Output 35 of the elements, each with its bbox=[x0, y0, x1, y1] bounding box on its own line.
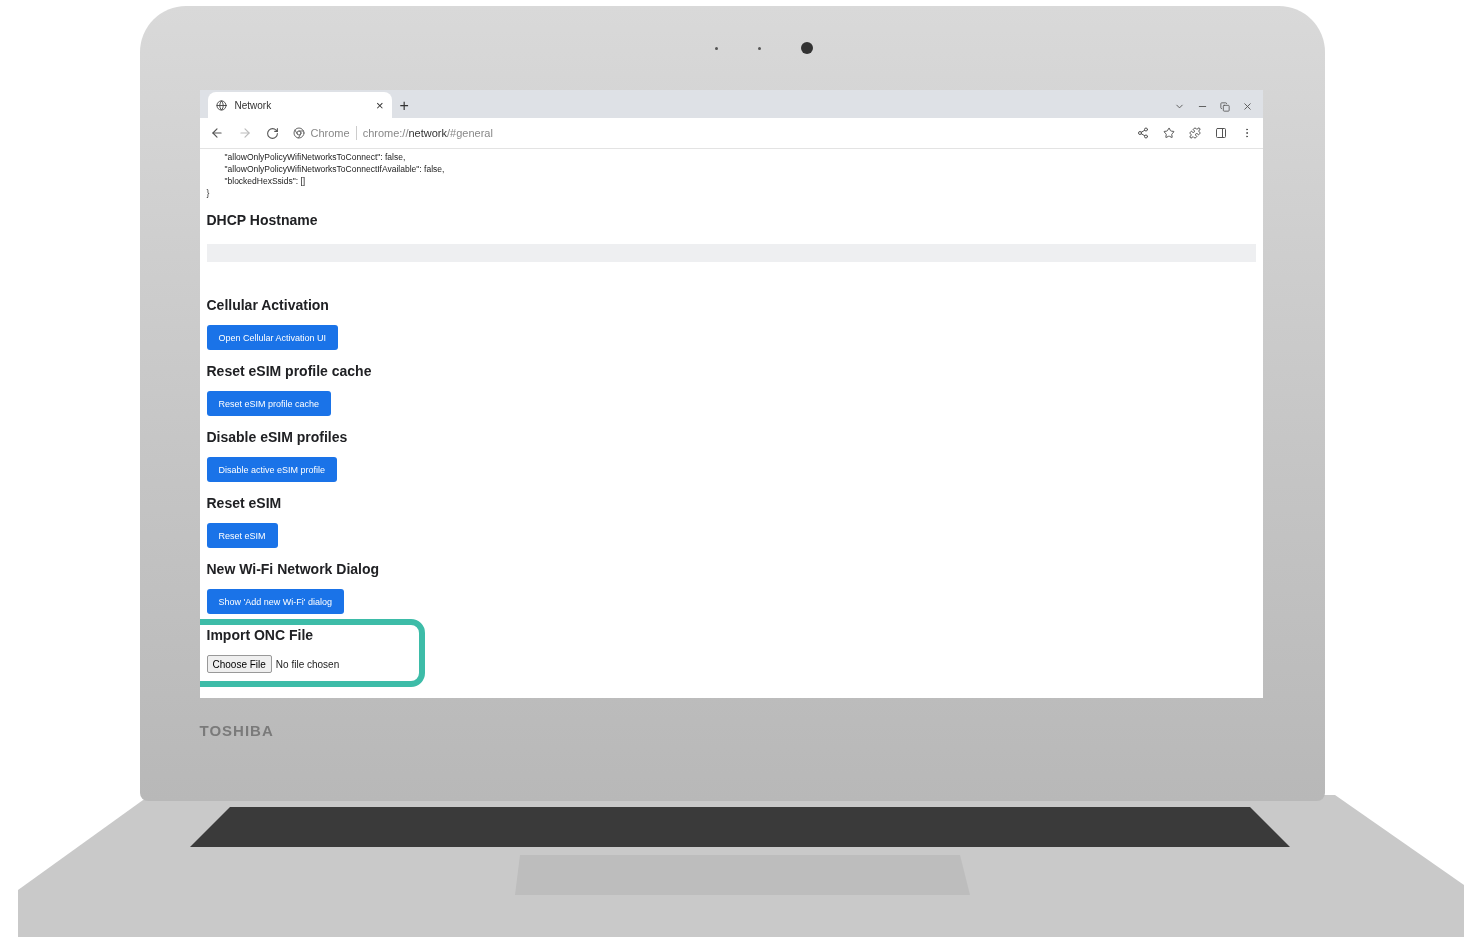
browser-tab[interactable]: Network × bbox=[207, 92, 392, 118]
section-heading: Reset eSIM profile cache bbox=[206, 362, 372, 381]
action-button[interactable]: Reset eSIM bbox=[206, 523, 278, 548]
action-button[interactable]: Disable active eSIM profile bbox=[206, 457, 338, 482]
tab-title: Network bbox=[234, 99, 273, 111]
side-panel-icon[interactable] bbox=[1214, 127, 1227, 139]
code-line: "allowOnlyPolicyWifiNetworksToConnectIfAvailable": false, bbox=[223, 163, 446, 175]
section-heading: DHCP Hostname bbox=[206, 211, 318, 230]
puzzle-icon[interactable] bbox=[1188, 127, 1201, 139]
brand-logo: TOSHIBA bbox=[199, 722, 275, 739]
back-icon[interactable] bbox=[209, 126, 224, 140]
address-url[interactable]: chrome://network/#general bbox=[362, 127, 493, 139]
close-icon[interactable] bbox=[1241, 101, 1253, 112]
chrome-icon bbox=[292, 127, 305, 139]
file-status: No file chosen bbox=[275, 658, 340, 670]
choose-file-button[interactable]: Choose File bbox=[206, 655, 272, 673]
action-button[interactable]: Show 'Add new Wi-Fi' dialog bbox=[206, 589, 344, 614]
restore-icon[interactable] bbox=[1219, 101, 1230, 112]
section-heading: Cellular Activation bbox=[206, 296, 329, 315]
close-tab-button[interactable]: × bbox=[375, 98, 384, 112]
section-heading: Import ONC File bbox=[206, 626, 314, 645]
code-line: "allowOnlyPolicyWifiNetworksToConnect": false, bbox=[223, 151, 407, 163]
new-tab-button[interactable]: + bbox=[399, 98, 409, 114]
code-line: "blockedHexSsids": [] bbox=[223, 175, 307, 187]
star-icon[interactable] bbox=[1162, 127, 1175, 139]
reload-icon[interactable] bbox=[265, 126, 279, 140]
section-heading: New Wi-Fi Network Dialog bbox=[206, 560, 380, 579]
action-button[interactable]: Open Cellular Activation UI bbox=[206, 325, 339, 350]
section-heading: Reset eSIM bbox=[206, 494, 282, 513]
globe-icon bbox=[215, 99, 227, 111]
share-icon[interactable] bbox=[1136, 127, 1149, 139]
section-heading: Disable eSIM profiles bbox=[206, 428, 348, 447]
site-label: Chrome bbox=[310, 127, 350, 139]
code-line: } bbox=[206, 187, 211, 199]
action-button[interactable]: Reset eSIM profile cache bbox=[206, 391, 332, 416]
